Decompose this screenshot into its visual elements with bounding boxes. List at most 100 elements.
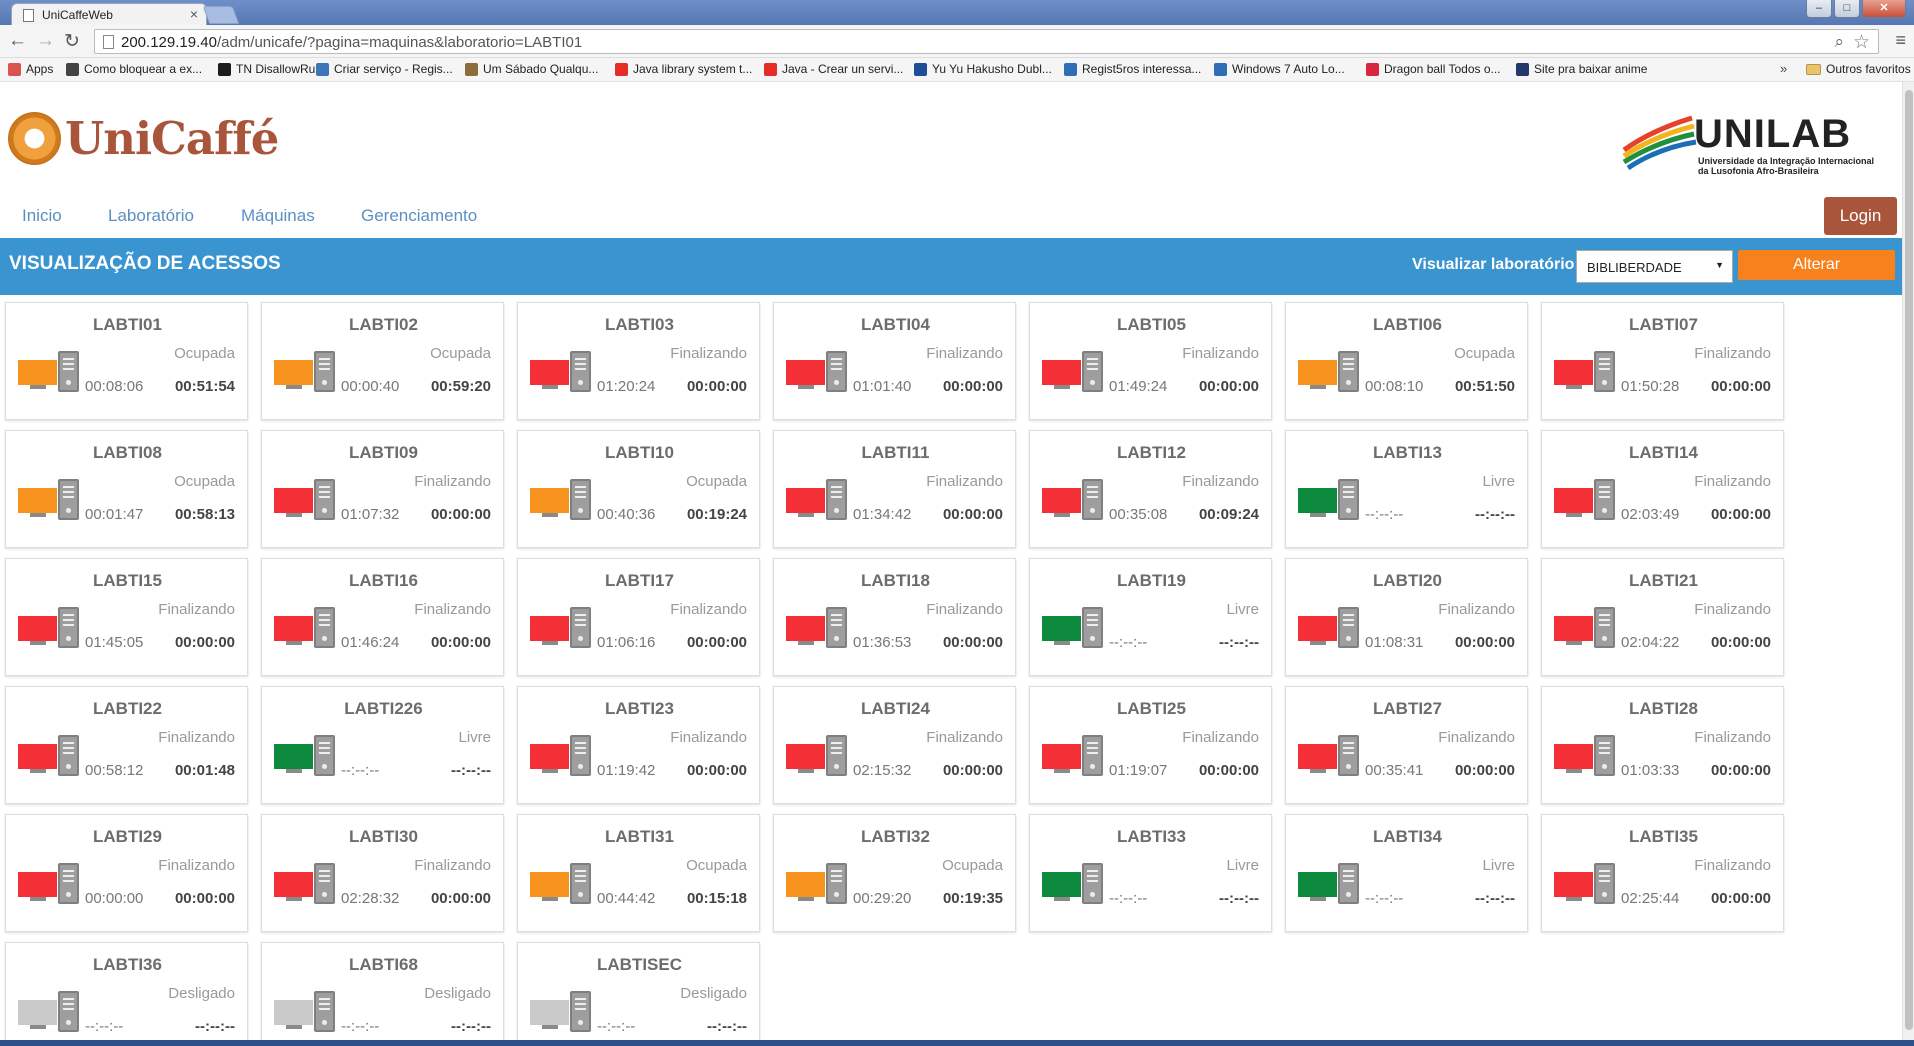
machine-card[interactable]: LABTI09 Finalizando 01:07:32 00:00:00 (261, 430, 504, 548)
machine-card[interactable]: LABTI20 Finalizando 01:08:31 00:00:00 (1285, 558, 1528, 676)
maximize-button[interactable]: □ (1834, 0, 1860, 18)
machine-card[interactable]: LABTI226 Livre --:--:-- --:--:-- (261, 686, 504, 804)
browser-tab[interactable]: UniCaffeWeb × (11, 3, 207, 25)
machine-card[interactable]: LABTI19 Livre --:--:-- --:--:-- (1029, 558, 1272, 676)
machine-card[interactable]: LABTI33 Livre --:--:-- --:--:-- (1029, 814, 1272, 932)
machine-card[interactable]: LABTI11 Finalizando 01:34:42 00:00:00 (773, 430, 1016, 548)
reload-icon[interactable]: ↻ (64, 30, 80, 53)
address-bar[interactable]: 200.129.19.40/adm/unicafe/?pagina=maquin… (94, 29, 1879, 54)
bookmark-label: Java - Crear un servi... (782, 62, 904, 76)
back-arrow-icon[interactable]: ← (8, 30, 27, 52)
bookmark-star-icon[interactable]: ☆ (1853, 31, 1870, 54)
monitor-stand (798, 513, 814, 517)
minimize-button[interactable]: – (1806, 0, 1832, 18)
bookmark-item[interactable]: Dragon ball Todos o... (1366, 62, 1501, 76)
machine-card[interactable]: LABTI36 Desligado --:--:-- --:--:-- (5, 942, 248, 1046)
window-close-button[interactable]: ✕ (1862, 0, 1906, 18)
machine-card[interactable]: LABTI08 Ocupada 00:01:47 00:58:13 (5, 430, 248, 548)
bookmark-item[interactable]: TN DisallowRun (218, 62, 322, 76)
machine-card[interactable]: LABTI04 Finalizando 01:01:40 00:00:00 (773, 302, 1016, 420)
forward-arrow-icon[interactable]: → (36, 30, 55, 52)
machine-card[interactable]: LABTI68 Desligado --:--:-- --:--:-- (261, 942, 504, 1046)
monitor-stand (1310, 641, 1326, 645)
machine-card[interactable]: LABTI06 Ocupada 00:08:10 00:51:50 (1285, 302, 1528, 420)
machine-card[interactable]: LABTI05 Finalizando 01:49:24 00:00:00 (1029, 302, 1272, 420)
machine-name: LABTI22 (93, 699, 162, 718)
bookmark-item[interactable]: Windows 7 Auto Lo... (1214, 62, 1345, 76)
machine-card[interactable]: LABTI15 Finalizando 01:45:05 00:00:00 (5, 558, 248, 676)
machine-card[interactable]: LABTI17 Finalizando 01:06:16 00:00:00 (517, 558, 760, 676)
bookmark-item[interactable]: Regist5ros interessa... (1064, 62, 1201, 76)
machine-card[interactable]: LABTI28 Finalizando 01:03:33 00:00:00 (1541, 686, 1784, 804)
machine-card[interactable]: LABTI21 Finalizando 02:04:22 00:00:00 (1541, 558, 1784, 676)
machine-card[interactable]: LABTI14 Finalizando 02:03:49 00:00:00 (1541, 430, 1784, 548)
machine-card[interactable]: LABTI30 Finalizando 02:28:32 00:00:00 (261, 814, 504, 932)
new-tab-button[interactable] (202, 6, 240, 24)
pc-tower-icon (58, 479, 79, 520)
machine-status: Desligado (424, 985, 491, 1002)
login-button[interactable]: Login (1824, 197, 1897, 235)
nav-inicio[interactable]: Inicio (22, 206, 62, 226)
bookmark-item[interactable]: Yu Yu Hakusho Dubl... (914, 62, 1052, 76)
browser-menu-icon[interactable]: ≡ (1895, 30, 1906, 51)
elapsed-time: 01:08:31 (1365, 634, 1424, 651)
monitor-stand (1054, 897, 1070, 901)
unicaffe-logo[interactable]: UniCaffé (8, 112, 279, 165)
machine-card[interactable]: LABTI31 Ocupada 00:44:42 00:15:18 (517, 814, 760, 932)
machine-card[interactable]: LABTI16 Finalizando 01:46:24 00:00:00 (261, 558, 504, 676)
bookmarks-more-chevron-icon[interactable]: » (1780, 61, 1787, 76)
bookmark-label: Windows 7 Auto Lo... (1232, 62, 1345, 76)
search-icon[interactable]: ⌕ (1834, 32, 1844, 52)
machine-card[interactable]: LABTI10 Ocupada 00:40:36 00:19:24 (517, 430, 760, 548)
nav-laboratorio[interactable]: Laboratório (108, 206, 194, 226)
scrollbar-thumb[interactable] (1905, 90, 1913, 1030)
bookmark-item[interactable]: Site pra baixar anime (1516, 62, 1647, 76)
remaining-time: 00:00:00 (942, 378, 1003, 395)
tab-close-icon[interactable]: × (190, 6, 198, 22)
nav-gerenciamento[interactable]: Gerenciamento (361, 206, 477, 226)
machine-card[interactable]: LABTI12 Finalizando 00:35:08 00:09:24 (1029, 430, 1272, 548)
bookmark-item[interactable]: Um Sábado Qualqu... (465, 62, 598, 76)
machine-card[interactable]: LABTISEC Desligado --:--:-- --:--:-- (517, 942, 760, 1046)
monitor-status-icon (274, 744, 313, 769)
bookmark-item[interactable]: Java library system t... (615, 62, 752, 76)
machine-card[interactable]: LABTI01 Ocupada 00:08:06 00:51:54 (5, 302, 248, 420)
computer-icon (1554, 607, 1616, 649)
url-text: 200.129.19.40/adm/unicafe/?pagina=maquin… (121, 34, 582, 51)
machine-status: Ocupada (174, 345, 235, 362)
remaining-time: --:--:-- (1475, 890, 1515, 907)
machine-card[interactable]: LABTI02 Ocupada 00:00:40 00:59:20 (261, 302, 504, 420)
computer-icon (18, 735, 80, 777)
other-bookmarks-label: Outros favoritos (1826, 62, 1911, 76)
machine-card[interactable]: LABTI35 Finalizando 02:25:44 00:00:00 (1541, 814, 1784, 932)
lab-select[interactable]: BIBLIBERDADE ▼ (1576, 250, 1733, 283)
machine-card[interactable]: LABTI29 Finalizando 00:00:00 00:00:00 (5, 814, 248, 932)
pc-tower-icon (314, 479, 335, 520)
machine-card[interactable]: LABTI32 Ocupada 00:29:20 00:19:35 (773, 814, 1016, 932)
machine-card[interactable]: LABTI07 Finalizando 01:50:28 00:00:00 (1541, 302, 1784, 420)
machine-card[interactable]: LABTI22 Finalizando 00:58:12 00:01:48 (5, 686, 248, 804)
alterar-button[interactable]: Alterar (1738, 250, 1895, 280)
computer-icon (1298, 351, 1360, 393)
unilab-emblem-icon (1622, 115, 1697, 170)
machine-card[interactable]: LABTI18 Finalizando 01:36:53 00:00:00 (773, 558, 1016, 676)
nav-maquinas[interactable]: Máquinas (241, 206, 315, 226)
bookmark-item[interactable]: Apps (8, 62, 53, 76)
page-scrollbar[interactable] (1902, 82, 1914, 1040)
machine-card[interactable]: LABTI13 Livre --:--:-- --:--:-- (1285, 430, 1528, 548)
machine-card[interactable]: LABTI23 Finalizando 01:19:42 00:00:00 (517, 686, 760, 804)
computer-icon (1298, 607, 1360, 649)
machine-card[interactable]: LABTI34 Livre --:--:-- --:--:-- (1285, 814, 1528, 932)
machine-card[interactable]: LABTI03 Finalizando 01:20:24 00:00:00 (517, 302, 760, 420)
machine-card[interactable]: LABTI25 Finalizando 01:19:07 00:00:00 (1029, 686, 1272, 804)
machine-card[interactable]: LABTI27 Finalizando 00:35:41 00:00:00 (1285, 686, 1528, 804)
computer-icon (274, 863, 336, 905)
lab-select-label: Visualizar laboratório: (1412, 256, 1580, 273)
machine-card[interactable]: LABTI24 Finalizando 02:15:32 00:00:00 (773, 686, 1016, 804)
bookmark-item[interactable]: Java - Crear un servi... (764, 62, 903, 76)
other-bookmarks-folder[interactable]: Outros favoritos (1806, 62, 1911, 76)
bookmark-item[interactable]: Criar serviço - Regis... (316, 62, 453, 76)
computer-icon (786, 863, 848, 905)
elapsed-time: 00:35:41 (1365, 762, 1424, 779)
bookmark-item[interactable]: Como bloquear a ex... (66, 62, 202, 76)
